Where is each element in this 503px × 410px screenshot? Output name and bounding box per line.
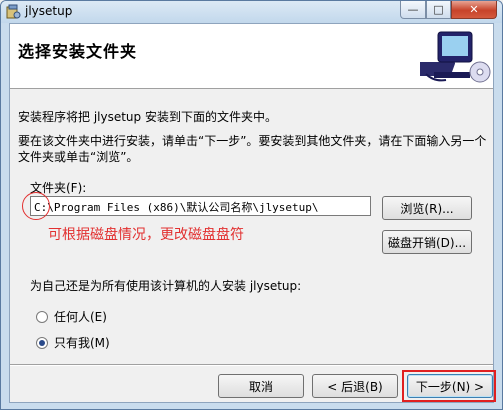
folder-path-input[interactable]: C:\Program Files (x86)\默认公司名称\jlysetup\ (30, 196, 371, 216)
install-for-label: 为自己还是为所有使用该计算机的人安装 jlysetup: (30, 279, 302, 293)
radio-only-me-label: 只有我(M) (54, 336, 110, 350)
radio-everyone[interactable]: 任何人(E) (36, 308, 107, 325)
radio-only-me[interactable]: 只有我(M) (36, 334, 110, 351)
drive-hint-annotation: 可根据磁盘情况，更改磁盘盘符 (48, 227, 244, 243)
maximize-button[interactable]: □ (426, 1, 451, 19)
close-button[interactable]: ✕ (451, 1, 497, 19)
window-title: jlysetup (25, 4, 73, 18)
installer-window: jlysetup — □ ✕ 选择安装文件夹 安装程序将把 jlysetup 安… (0, 0, 503, 410)
next-button-annotation (402, 370, 496, 402)
title-bar[interactable]: jlysetup — □ ✕ (1, 1, 502, 23)
radio-only-me-indicator[interactable] (36, 336, 48, 349)
minimize-button[interactable]: — (400, 1, 426, 19)
radio-everyone-indicator[interactable] (36, 310, 48, 323)
browse-button[interactable]: 浏览(R)... (382, 196, 472, 220)
dialog-body: 选择安装文件夹 安装程序将把 jlysetup 安装到下面的文件夹中。 要在该文… (9, 23, 496, 403)
drive-letter-annotation (22, 192, 50, 220)
close-icon: ✕ (469, 3, 479, 16)
computer-disc-icon (420, 31, 491, 83)
installer-app-icon (6, 4, 21, 19)
intro-text-1: 安装程序将把 jlysetup 安装到下面的文件夹中。 (18, 110, 277, 124)
cancel-button[interactable]: 取消 (218, 374, 304, 398)
wizard-header: 选择安装文件夹 (10, 24, 493, 89)
intro-text-2: 要在该文件夹中进行安装，请单击“下一步”。要安装到其他文件夹，请在下面输入另一个… (18, 134, 487, 164)
page-title: 选择安装文件夹 (18, 42, 138, 61)
radio-everyone-label: 任何人(E) (54, 310, 107, 324)
disk-cost-button[interactable]: 磁盘开销(D)... (382, 230, 472, 254)
maximize-icon: □ (433, 3, 444, 16)
minimize-icon: — (407, 3, 419, 16)
footer-divider (10, 364, 493, 366)
back-button[interactable]: < 后退(B) (312, 374, 398, 398)
